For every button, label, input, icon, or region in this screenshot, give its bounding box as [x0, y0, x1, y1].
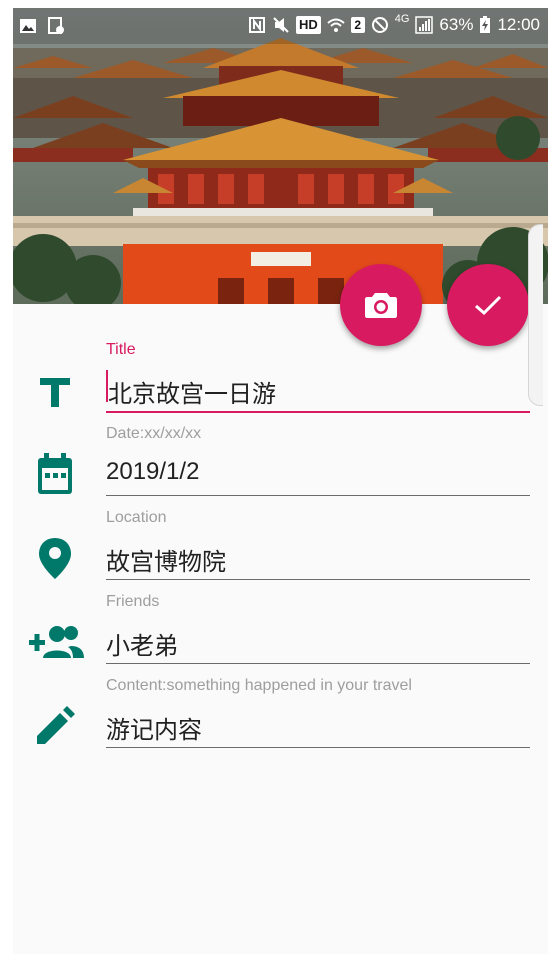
content-underline	[106, 747, 530, 748]
check-icon	[475, 295, 502, 316]
clock: 12:00	[497, 15, 540, 34]
camera-icon	[365, 293, 397, 318]
camera-button[interactable]	[340, 264, 422, 346]
date-input[interactable]: 2019/1/2	[106, 458, 199, 486]
group-add-icon	[27, 620, 85, 664]
content-label: Content:something happened in your trave…	[106, 677, 412, 694]
done-button[interactable]	[447, 264, 529, 346]
battery-charging-icon	[480, 16, 491, 33]
calendar-icon	[33, 452, 77, 496]
content-input[interactable]: 游记内容	[106, 710, 202, 745]
scroll-handle[interactable]	[528, 224, 543, 406]
do-not-disturb-icon	[371, 17, 388, 33]
wifi-icon	[327, 18, 345, 32]
status-bar: HD 2 4G 63% 12:00	[13, 8, 548, 44]
title-underline	[106, 411, 530, 413]
friends-underline	[106, 663, 530, 664]
network-type: 4G	[394, 13, 410, 25]
date-label: Date:xx/xx/xx	[106, 425, 202, 442]
signal-icon	[415, 16, 434, 34]
hd-badge: HD	[295, 16, 321, 34]
friends-input[interactable]: 小老弟	[106, 626, 178, 661]
title-input[interactable]: 北京故宫一日游	[108, 374, 276, 409]
nfc-icon	[248, 17, 265, 33]
location-label: Location	[106, 509, 167, 526]
friends-label: Friends	[106, 593, 160, 610]
header-photo[interactable]	[13, 8, 548, 304]
location-pin-icon	[33, 536, 77, 580]
text-format-icon	[33, 370, 77, 414]
gallery-icon	[20, 19, 36, 33]
battery-percent: 63%	[439, 15, 474, 34]
sim-badge: 2	[350, 17, 365, 33]
location-underline	[106, 579, 530, 580]
location-input[interactable]: 故宫博物院	[106, 542, 226, 577]
screen: HD 2 4G 63% 12:00 Title 北京故宫一日游 Date:xx/…	[13, 8, 548, 954]
edit-icon	[33, 704, 77, 748]
screenshot-icon	[48, 17, 64, 34]
title-label: Title	[106, 341, 136, 358]
mute-icon	[273, 17, 289, 33]
date-underline	[106, 495, 530, 496]
